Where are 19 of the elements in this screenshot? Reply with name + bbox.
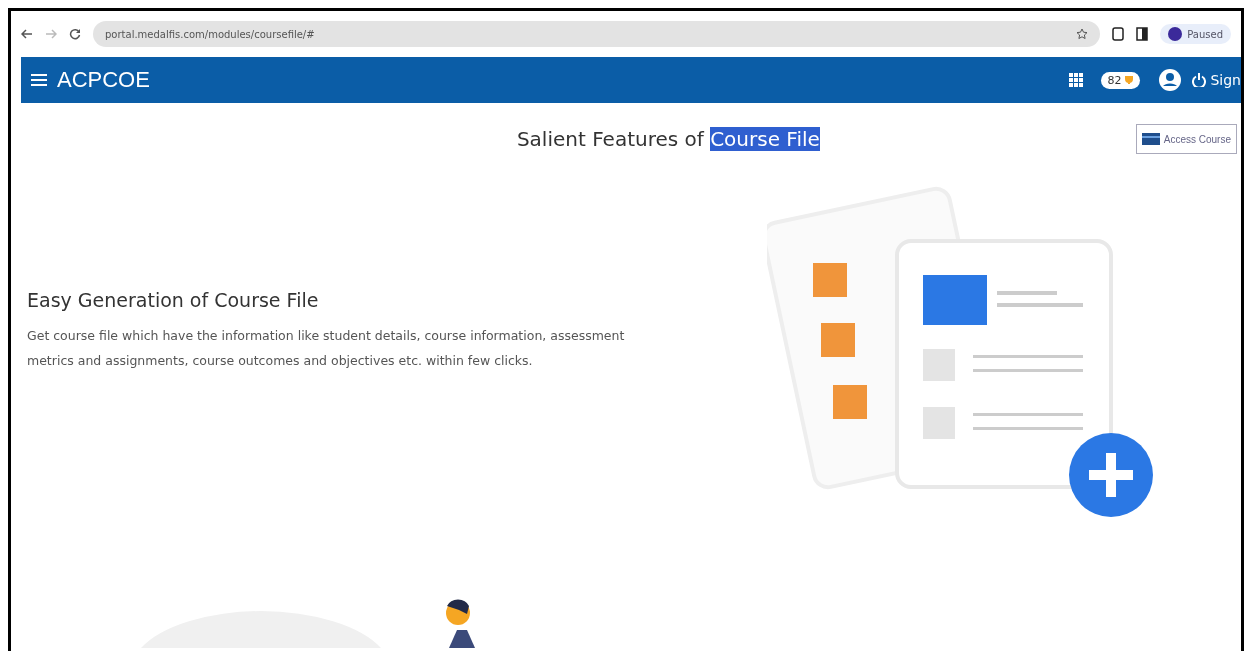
sidebar-icon[interactable] (1136, 27, 1149, 41)
sign-out-link[interactable]: Sign (1192, 72, 1241, 88)
feature-description: Get course file which have the information like student details, course information, assessment metrics and assignments, course outcomes and objectives etc. within few clicks. (27, 327, 626, 370)
menu-icon[interactable] (31, 73, 47, 87)
address-bar[interactable]: portal.medalfis.com/modules/coursefile/# (93, 21, 1101, 47)
apps-grid-icon[interactable] (1069, 73, 1084, 87)
feature-heading: Easy Generation of Course File (27, 289, 320, 311)
star-icon[interactable] (1076, 28, 1089, 40)
account-icon[interactable] (1158, 68, 1183, 92)
avatar-icon (1168, 27, 1183, 41)
page-title: Salient Features of Course File (515, 127, 821, 151)
access-course-button[interactable]: Access Course (1135, 124, 1237, 154)
power-icon (1192, 73, 1207, 87)
points-badge[interactable]: 82 (1101, 71, 1141, 89)
reload-icon[interactable] (69, 28, 81, 40)
card-icon (1141, 133, 1160, 145)
brand-name[interactable]: ACPCOE (57, 67, 150, 93)
back-icon[interactable] (21, 29, 33, 39)
profile-button[interactable]: Paused (1160, 24, 1231, 44)
